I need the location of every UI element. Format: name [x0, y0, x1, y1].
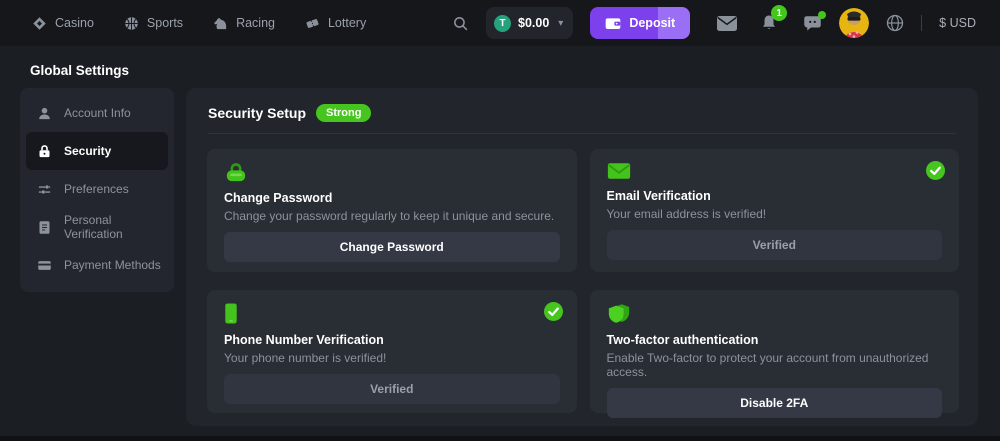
divider	[921, 15, 922, 31]
document-icon	[37, 220, 52, 235]
card-description: Your email address is verified!	[607, 207, 943, 221]
person-icon	[37, 106, 52, 121]
lock-icon	[37, 144, 52, 159]
change-password-button[interactable]: Change Password	[224, 232, 560, 262]
chevron-down-icon: ▾	[558, 18, 563, 29]
sidebar-item-security[interactable]: Security	[26, 132, 168, 170]
avatar[interactable]	[839, 8, 869, 38]
nav-item-lottery[interactable]: Lottery	[305, 16, 366, 31]
card-title: Email Verification	[607, 189, 943, 203]
card-title: Change Password	[224, 191, 560, 205]
balance-amount: $0.00	[518, 16, 549, 30]
currency-selector[interactable]: $ USD	[939, 16, 976, 30]
sidebar-item-label: Security	[64, 144, 111, 158]
balance-selector[interactable]: T $0.00 ▾	[486, 7, 573, 39]
bell-icon[interactable]: 1	[760, 14, 778, 32]
credit-card-icon	[37, 258, 52, 273]
green-shields-icon	[607, 303, 943, 324]
wallet-icon	[605, 16, 621, 30]
green-phone-icon	[224, 303, 560, 324]
card-change-password: Change Password Change your password reg…	[207, 149, 577, 272]
horse-icon	[213, 16, 228, 31]
top-navbar: Casino Sports Racing Lottery T $0.00	[0, 0, 1000, 46]
card-title: Two-factor authentication	[607, 333, 943, 347]
search-icon[interactable]	[452, 15, 469, 32]
mail-icon[interactable]	[717, 16, 737, 31]
tether-icon: T	[494, 15, 511, 32]
verified-check-icon	[544, 302, 563, 321]
card-description: Your phone number is verified!	[224, 351, 560, 365]
basketball-icon	[124, 16, 139, 31]
nav-item-sports[interactable]: Sports	[124, 16, 183, 31]
nav-item-label: Lottery	[328, 16, 366, 30]
card-phone-verification: Phone Number Verification Your phone num…	[207, 290, 577, 413]
ticket-icon	[305, 16, 320, 31]
currency-label: $ USD	[939, 16, 976, 30]
sidebar-item-label: Payment Methods	[64, 258, 161, 272]
strength-badge: Strong	[316, 104, 371, 122]
chat-online-dot	[818, 11, 826, 19]
green-envelope-icon	[607, 162, 943, 180]
sidebar-item-label: Personal Verification	[64, 213, 168, 241]
email-verified-button[interactable]: Verified	[607, 230, 943, 260]
verified-check-icon	[926, 161, 945, 180]
nav-item-casino[interactable]: Casino	[32, 16, 94, 31]
sidebar-item-label: Account Info	[64, 106, 131, 120]
security-setup-panel: Security Setup Strong Change Password Ch…	[186, 88, 978, 426]
card-description: Enable Two-factor to protect your accoun…	[607, 351, 943, 379]
phone-verified-button[interactable]: Verified	[224, 374, 560, 404]
globe-icon[interactable]	[886, 14, 904, 32]
nav-links: Casino Sports Racing Lottery	[0, 16, 366, 31]
security-cards: Change Password Change your password reg…	[186, 134, 978, 413]
chat-icon[interactable]	[803, 14, 822, 32]
sidebar-item-label: Preferences	[64, 182, 129, 196]
deposit-button[interactable]: Deposit	[590, 7, 690, 39]
panel-header: Security Setup Strong	[186, 88, 978, 122]
nav-item-label: Casino	[55, 16, 94, 30]
green-lock-icon	[224, 162, 560, 182]
sidebar-item-preferences[interactable]: Preferences	[26, 170, 168, 208]
notification-badge: 1	[771, 5, 787, 21]
bottom-edge	[0, 436, 1000, 441]
panel-title: Security Setup	[208, 105, 306, 121]
card-email-verification: Email Verification Your email address is…	[590, 149, 960, 272]
nav-item-label: Racing	[236, 16, 275, 30]
nav-item-label: Sports	[147, 16, 183, 30]
card-two-factor: Two-factor authentication Enable Two-fac…	[590, 290, 960, 413]
card-description: Change your password regularly to keep i…	[224, 209, 560, 223]
sliders-icon	[37, 182, 52, 197]
deposit-label: Deposit	[629, 16, 675, 30]
casino-gem-icon	[32, 16, 47, 31]
nav-item-racing[interactable]: Racing	[213, 16, 275, 31]
card-title: Phone Number Verification	[224, 333, 560, 347]
disable-2fa-button[interactable]: Disable 2FA	[607, 388, 943, 418]
settings-sidebar: Account Info Security Preferences Person…	[20, 88, 174, 292]
page-title: Global Settings	[30, 63, 129, 78]
sidebar-item-payment-methods[interactable]: Payment Methods	[26, 246, 168, 284]
sidebar-item-personal-verification[interactable]: Personal Verification	[26, 208, 168, 246]
nav-right-controls: T $0.00 ▾ Deposit 1	[452, 7, 1000, 39]
sidebar-item-account-info[interactable]: Account Info	[26, 94, 168, 132]
